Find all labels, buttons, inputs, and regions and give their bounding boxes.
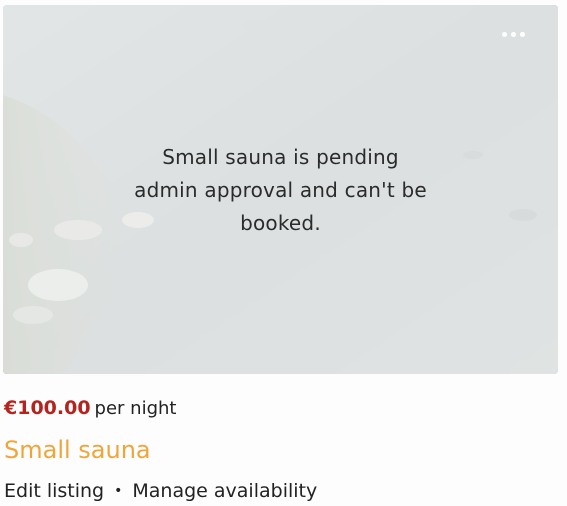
- more-options-button[interactable]: [495, 23, 531, 45]
- price-unit: per night: [94, 398, 177, 419]
- listing-actions: Edit listing • Manage availability: [4, 480, 317, 502]
- listing-image[interactable]: Small sauna is pending admin approval an…: [3, 5, 558, 374]
- listing-card: Small sauna is pending admin approval an…: [0, 0, 567, 506]
- actions-separator: •: [114, 483, 123, 499]
- more-horizontal-icon: [501, 31, 507, 37]
- listing-title[interactable]: Small sauna: [4, 436, 151, 464]
- manage-availability-link[interactable]: Manage availability: [132, 480, 317, 502]
- pending-approval-message: Small sauna is pending admin approval an…: [134, 145, 427, 235]
- more-horizontal-icon: [519, 31, 525, 37]
- price-row: €100.00 per night: [4, 397, 176, 419]
- more-horizontal-icon: [510, 31, 516, 37]
- edit-listing-link[interactable]: Edit listing: [4, 480, 104, 502]
- price-value: €100.00: [4, 397, 91, 419]
